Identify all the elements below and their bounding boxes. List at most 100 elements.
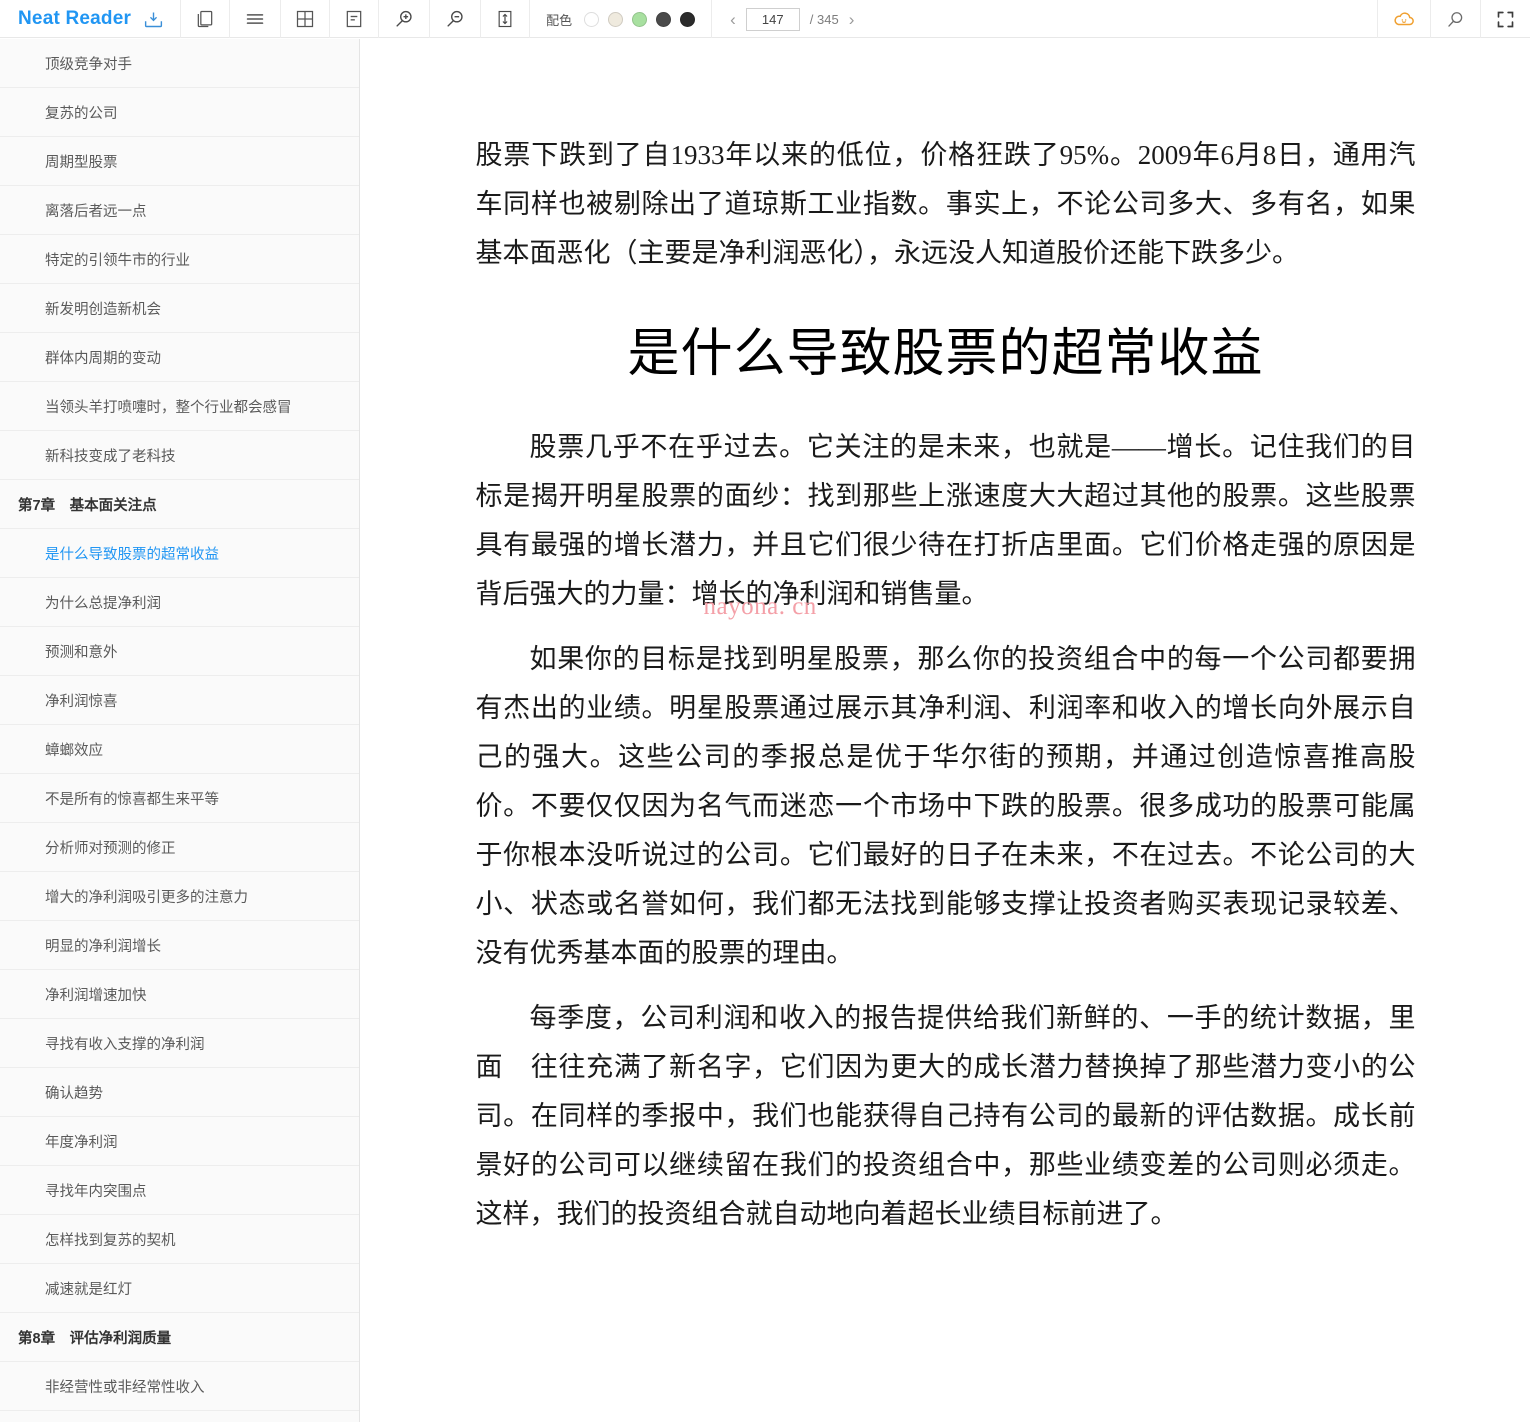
library-button[interactable]: [181, 0, 231, 38]
toc-item-label: 非经营性或非经常性收入: [45, 1379, 205, 1396]
toc-section-item[interactable]: 新科技变成了老科技: [0, 431, 359, 480]
cloud-sync-button[interactable]: [1377, 0, 1431, 38]
toc-item-label: 第8章 评估净利润质量: [18, 1330, 172, 1347]
app-title: Neat Reader: [18, 8, 132, 29]
line-height-icon: [495, 9, 515, 29]
toc-section-item[interactable]: 周期型股票: [0, 137, 359, 186]
toc-section-item[interactable]: 当领头羊打喷嚏时，整个行业都会感冒: [0, 382, 359, 431]
toc-list: 顶级竞争对手 复苏的公司周期型股票离落后者远一点特定的引领牛市的行业 新发明创造新机…: [0, 39, 359, 1411]
page-navigation: ‹ / 345 ›: [712, 0, 872, 38]
toc-item-label: 为什么总提净利润: [45, 595, 161, 612]
toc-item-label: 新科技变成了老科技: [45, 448, 176, 465]
next-page-button[interactable]: ›: [849, 11, 855, 28]
toc-section-item[interactable]: 减速就是红灯: [0, 1264, 359, 1313]
toc-section-item[interactable]: 净利润惊喜: [0, 676, 359, 725]
toc-item-label: 离落后者远一点: [45, 203, 147, 220]
toc-section-item[interactable]: 预测和意外: [0, 627, 359, 676]
paragraph-intro: 股票下跌到了自1933年以来的低位，价格狂跌了95%。2009年6月8日，通用汽…: [475, 140, 1416, 268]
toc-item-label: 当领头羊打喷嚏时，整个行业都会感冒: [45, 399, 292, 416]
toc-section-item[interactable]: 确认趋势: [0, 1068, 359, 1117]
download-book-icon[interactable]: [143, 9, 164, 30]
grid-view-button[interactable]: [281, 0, 331, 38]
zoom-in-icon: [393, 8, 415, 30]
color-scheme-label: 配色: [546, 12, 573, 28]
paragraph-1: 股票几乎不在乎过去。它关注的是未来，也就是——增长。记住我们的目标是揭开明星股票…: [475, 432, 1416, 609]
notes-button[interactable]: [330, 0, 380, 38]
toc-item-label: 第7章 基本面关注点: [18, 497, 157, 514]
toc-item-label: 蟑螂效应: [45, 742, 103, 759]
toc-section-item[interactable]: 新发明创造新机会: [0, 284, 359, 333]
zoom-in-button[interactable]: [379, 0, 431, 38]
toc-item-label: 净利润增速加快: [45, 987, 147, 1004]
toc-item-label: 顶级竞争对手: [45, 56, 132, 73]
library-icon: [195, 9, 215, 29]
toc-item-label: 特定的引领牛市的行业: [45, 252, 190, 269]
toc-section-item[interactable]: 非经营性或非经常性收入: [0, 1362, 359, 1411]
toc-section-item[interactable]: 年度净利润: [0, 1117, 359, 1166]
toc-chapter-item[interactable]: 第7章 基本面关注点: [0, 480, 359, 529]
color-swatch-sepia[interactable]: [608, 11, 624, 27]
toc-section-item[interactable]: 寻找年内突围点: [0, 1166, 359, 1215]
toc-item-label: 净利润惊喜: [45, 693, 118, 710]
page-total-label: / 345: [809, 11, 839, 27]
notes-icon: [344, 9, 364, 29]
toc-section-item[interactable]: 为什么总提净利润: [0, 578, 359, 627]
toc-section-item[interactable]: 不是所有的惊喜都生来平等: [0, 774, 359, 823]
cloud-sync-icon: [1392, 7, 1416, 31]
paragraph-2: 如果你的目标是找到明星股票，那么你的投资组合中的每一个公司都要拥有杰出的业绩。明…: [475, 644, 1416, 968]
toc-item-label: 周期型股票: [45, 154, 118, 171]
toc-section-item[interactable]: 是什么导致股票的超常收益: [0, 529, 359, 578]
reader-pane[interactable]: 股票下跌到了自1933年以来的低位，价格狂跌了95%。2009年6月8日，通用汽…: [361, 39, 1530, 1422]
fullscreen-icon: [1495, 9, 1516, 30]
search-button[interactable]: [1431, 0, 1481, 38]
prev-page-button[interactable]: ‹: [730, 11, 736, 28]
page-number-input[interactable]: [745, 7, 800, 31]
toc-section-item[interactable]: 净利润增速加快: [0, 970, 359, 1019]
toc-section-item[interactable]: 离落后者远一点: [0, 186, 359, 235]
color-swatch-gray[interactable]: [656, 11, 672, 27]
color-swatch-black[interactable]: [680, 11, 696, 27]
toc-item-label: 减速就是红灯: [45, 1281, 132, 1298]
color-swatch-white[interactable]: [584, 11, 600, 27]
toc-item-label: 怎样找到复苏的契机: [45, 1232, 176, 1249]
toc-item-label: 增大的净利润吸引更多的注意力: [45, 889, 248, 906]
toc-item-label: 是什么导致股票的超常收益: [45, 546, 219, 563]
brand-area: Neat Reader: [0, 0, 182, 38]
zoom-out-icon: [444, 8, 466, 30]
toc-section-item[interactable]: 寻找有收入支撑的净利润: [0, 1019, 359, 1068]
table-of-contents-sidebar[interactable]: 顶级竞争对手 复苏的公司周期型股票离落后者远一点特定的引领牛市的行业 新发明创造新机…: [0, 39, 360, 1422]
search-icon: [1445, 9, 1466, 30]
toc-item-label: 寻找年内突围点: [45, 1183, 147, 1200]
toc-item-label: 年度净利润: [45, 1134, 118, 1151]
toc-item-label: 寻找有收入支撑的净利润: [45, 1036, 205, 1053]
toc-item-label: 新发明创造新机会: [45, 301, 161, 318]
fullscreen-button[interactable]: [1481, 0, 1530, 38]
grid-view-icon: [295, 9, 315, 29]
toc-section-item[interactable]: 增大的净利润吸引更多的注意力: [0, 872, 359, 921]
top-toolbar: Neat Reader 配色 ‹ 147 / 345 ›: [0, 0, 1530, 38]
toc-item-label: 不是所有的惊喜都生来平等: [45, 791, 219, 808]
page-title: 是什么导致股票的超常收益: [627, 326, 1264, 383]
toc-section-item[interactable]: 特定的引领牛市的行业: [0, 235, 359, 284]
toc-item-label: 确认趋势: [45, 1085, 103, 1102]
color-scheme-group: 配色: [530, 0, 713, 38]
toc-button[interactable]: [230, 0, 282, 38]
toc-section-item[interactable]: 怎样找到复苏的契机: [0, 1215, 359, 1264]
toc-list-icon: [244, 9, 266, 29]
toc-section-item[interactable]: 蟑螂效应: [0, 725, 359, 774]
toc-section-item[interactable]: 分析师对预测的修正: [0, 823, 359, 872]
toc-item-label: 群体内周期的变动: [45, 350, 161, 367]
zoom-out-button[interactable]: [430, 0, 482, 38]
toc-section-item[interactable]: 复苏的公司: [0, 88, 359, 137]
toc-chapter-item[interactable]: 第8章 评估净利润质量: [0, 1313, 359, 1362]
color-swatch-green[interactable]: [632, 11, 648, 27]
toc-item-label: 预测和意外: [45, 644, 118, 661]
toc-section-item[interactable]: 明显的净利润增长: [0, 921, 359, 970]
toc-section-item[interactable]: 顶级竞争对手: [0, 39, 359, 88]
toc-item-label: 明显的净利润增长: [45, 938, 161, 955]
toc-section-item[interactable]: 群体内周期的变动: [0, 333, 359, 382]
line-height-button[interactable]: [481, 0, 531, 38]
toc-item-label: 复苏的公司: [45, 105, 118, 122]
paragraph-3: 每季度，公司利润和收入的报告提供给我们新鲜的、一手的统计数据，里面 往往充满了新…: [475, 1003, 1416, 1229]
